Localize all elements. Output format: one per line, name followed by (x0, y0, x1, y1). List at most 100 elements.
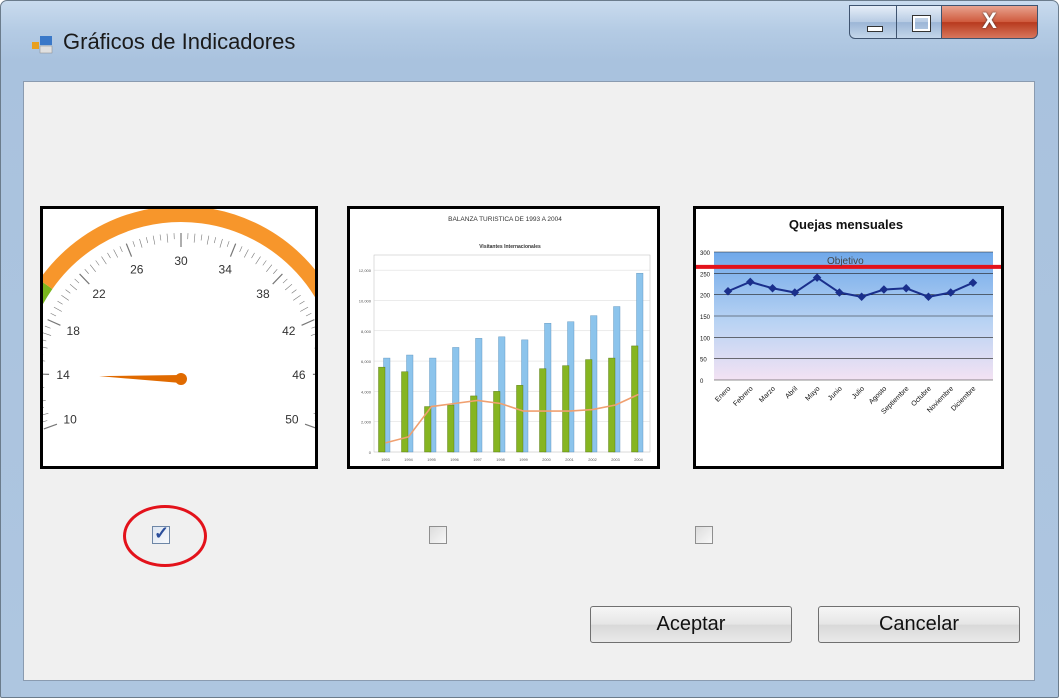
gauge-tick (61, 295, 69, 301)
line-x-tick-label: Mayo (804, 385, 821, 402)
accept-button[interactable]: Aceptar (590, 606, 792, 643)
bar-green (378, 366, 386, 453)
bar-chart-checkbox[interactable] (429, 526, 447, 544)
dialog-client-area: 10 14 18 22 26 30 34 38 42 46 50 BALANZA TURISTICA… (23, 81, 1035, 681)
gauge-tick (50, 313, 57, 317)
gauge-tick (125, 243, 133, 257)
title-bar[interactable]: Gráficos de Indicadores X (1, 1, 1058, 81)
line-x-tick-label: Enero (714, 385, 732, 403)
bar-x-tick-label: 1997 (473, 458, 481, 462)
line-x-tick-label: Junio (827, 385, 844, 402)
line-x-tick-label: Agosto (868, 385, 888, 405)
gauge-needle (99, 375, 182, 383)
gauge-tick (266, 264, 273, 272)
gauge-tick (304, 423, 315, 429)
bar-x-tick-label: 2001 (565, 458, 573, 462)
gauge-tick (47, 319, 61, 326)
gauge-tick (282, 278, 288, 284)
maximize-icon (912, 15, 931, 32)
gauge-tick (200, 234, 203, 241)
gauge-needle-hub (175, 373, 187, 385)
gauge-tick-label: 18 (67, 324, 81, 338)
gauge-tick (219, 238, 223, 248)
line-x-tick-label: Marzo (758, 385, 777, 404)
gauge-tick-label: 26 (130, 263, 144, 277)
gauge-tick (43, 407, 44, 409)
minimize-button[interactable] (849, 5, 897, 39)
bar-green (470, 395, 478, 453)
gauge-tick (226, 241, 230, 247)
bar-x-tick-label: 1998 (496, 458, 504, 462)
bar-green (516, 385, 524, 453)
gauge-tick-label: 22 (92, 287, 106, 301)
gauge-tick (300, 306, 309, 312)
close-icon: X (982, 8, 997, 33)
gauge-tick (213, 237, 216, 244)
gauge-tick (119, 246, 123, 252)
gauge-tick (43, 346, 48, 349)
gauge-tick (314, 347, 315, 349)
gauge-tick (69, 283, 78, 291)
selection-highlight-circle (123, 505, 207, 567)
bar-chart: BALANZA TURISTICA DE 1993 A 2004 Visitan… (359, 216, 651, 462)
bar-y-tick-label: 0 (369, 450, 372, 455)
gauge-tick (159, 234, 162, 241)
gauge-green-band (43, 282, 53, 305)
line-y-tick-label: 300 (700, 251, 711, 257)
bar-y-tick-label: 10,000 (359, 298, 372, 303)
gauge-tick (243, 249, 249, 258)
gauge-tick-label: 46 (292, 368, 306, 382)
bar-x-tick-label: 1995 (427, 458, 435, 462)
line-x-tick-label: Diciembre (950, 385, 977, 412)
close-button[interactable]: X (941, 5, 1038, 39)
gauge-tick (43, 423, 58, 430)
line-chart: Quejas mensuales 0 50 100 150 200 250 300 Objet… (696, 217, 1001, 416)
dialog-window: Gráficos de Indicadores X 10 14 18 22 26 30 34… (0, 0, 1059, 698)
gauge-tick (293, 295, 301, 301)
objective-label: Objetivo (827, 256, 864, 267)
gauge-thumbnail[interactable]: 10 14 18 22 26 30 34 38 42 46 50 (40, 206, 318, 469)
bar-chart-title: BALANZA TURISTICA DE 1993 A 2004 (448, 216, 562, 223)
gauge-tick (89, 264, 96, 272)
maximize-button[interactable] (896, 5, 942, 39)
bar-green (562, 365, 570, 453)
line-y-tick-label: 50 (700, 358, 707, 364)
app-icon (32, 36, 53, 54)
gauge-tick (146, 237, 149, 244)
bar-green (631, 345, 639, 453)
gauge-tick-label: 42 (282, 324, 296, 338)
gauge-tick (206, 235, 210, 245)
bar-x-tick-label: 1993 (381, 458, 389, 462)
line-y-tick-label: 150 (700, 315, 711, 321)
gauge-tick-label: 50 (285, 412, 299, 426)
bar-y-tick-label: 2,000 (361, 420, 372, 425)
line-y-tick-label: 250 (700, 272, 711, 278)
gauge-tick (43, 387, 45, 388)
gauge-tick (107, 252, 111, 259)
gauge-tick (84, 269, 89, 274)
gauge-tick (255, 256, 261, 265)
bar-x-tick-label: 2003 (611, 458, 619, 462)
gauge-tick (284, 283, 293, 291)
gauge-tick-label: 38 (256, 287, 270, 301)
line-y-tick-label: 100 (700, 336, 711, 342)
bar-green (401, 371, 409, 453)
line-y-tick-label: 200 (700, 294, 711, 300)
bar-y-tick-label: 6,000 (361, 359, 372, 364)
bar-green (493, 391, 501, 453)
line-x-tick-label: Octubre (910, 385, 933, 408)
cancel-button[interactable]: Cancelar (818, 606, 1020, 643)
gauge-tick (139, 238, 143, 248)
bar-chart-thumbnail[interactable]: BALANZA TURISTICA DE 1993 A 2004 Visitan… (347, 206, 660, 469)
gauge-tick (311, 326, 315, 329)
gauge-tick (113, 249, 119, 258)
gauge-tick (132, 241, 136, 247)
gauge-tick (95, 260, 100, 266)
line-chart-thumbnail[interactable]: Quejas mensuales 0 50 100 150 200 250 300 Objet… (693, 206, 1004, 469)
gauge-tick (310, 333, 315, 336)
gauge-tick (262, 260, 267, 266)
line-chart-checkbox[interactable] (695, 526, 713, 544)
bar-x-tick-label: 2000 (542, 458, 550, 462)
gauge-tick (166, 233, 169, 243)
gauge-tick (305, 313, 312, 317)
